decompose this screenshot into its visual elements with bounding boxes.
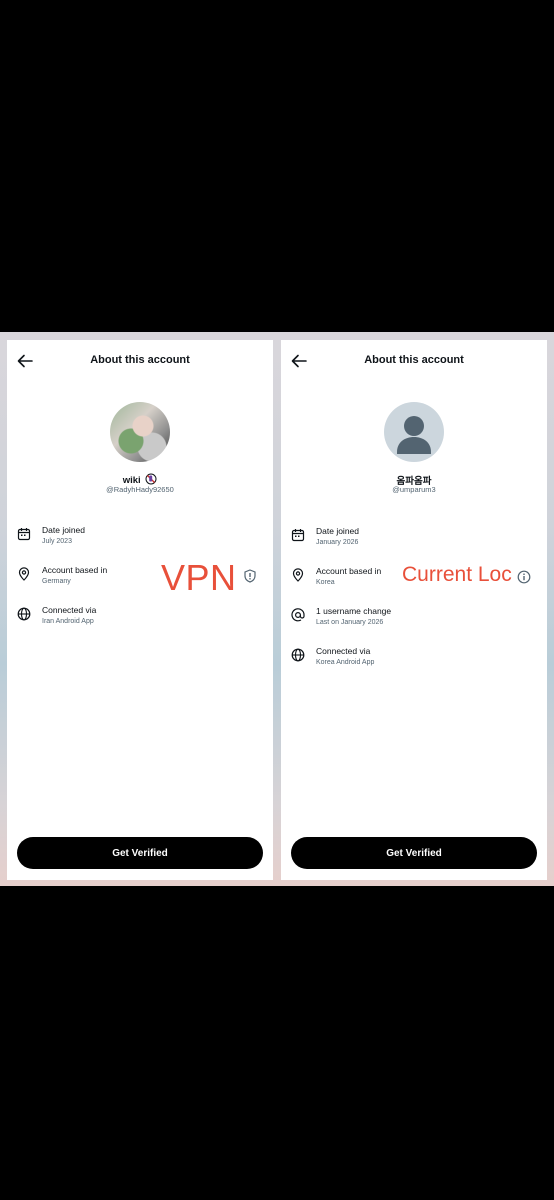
row-label: 1 username change: [316, 606, 392, 616]
page-title: About this account: [364, 354, 464, 366]
screenshot-collage: About this account wiki @RadyhHady92650 …: [0, 332, 554, 886]
location-pin-icon: [292, 568, 304, 582]
row-value: Korea: [316, 579, 335, 586]
date-joined-row: Date joined January 2026: [291, 526, 531, 556]
page-title: About this account: [90, 354, 190, 366]
date-joined-row: Date joined July 2023: [17, 525, 257, 555]
shield-alert-icon[interactable]: [243, 569, 257, 583]
row-label: Date joined: [42, 525, 86, 535]
no-entry-emoji-icon: [145, 473, 157, 485]
calendar-icon: [17, 528, 31, 541]
user-handle: @RadyhHady92650: [106, 485, 174, 494]
row-value: Last on January 2026: [316, 619, 384, 626]
calendar-icon: [291, 529, 305, 542]
row-value: January 2026: [316, 539, 359, 546]
username-change-row: 1 username change Last on January 2026: [291, 606, 531, 636]
globe-icon: [291, 648, 305, 662]
row-label: Connected via: [316, 646, 371, 656]
vpn-annotation: VPN: [161, 557, 237, 598]
avatar: [384, 402, 444, 462]
connected-via-row: Connected via Iran Android App: [17, 605, 257, 635]
row-label: Date joined: [316, 526, 360, 536]
globe-icon: [17, 607, 31, 621]
connected-via-row: Connected via Korea Android App: [291, 646, 531, 676]
row-value: Iran Android App: [42, 618, 94, 625]
user-handle: @umparum3: [392, 485, 436, 494]
get-verified-button[interactable]: Get Verified: [17, 837, 263, 869]
left-top-bar: About this account: [7, 340, 273, 382]
info-icon[interactable]: [517, 570, 531, 584]
avatar: [110, 402, 170, 462]
get-verified-button[interactable]: Get Verified: [291, 837, 537, 869]
right-account-panel: About this account 옴파옴파 @umparum3 Date j…: [281, 340, 547, 880]
row-label: Connected via: [42, 605, 97, 615]
row-label: Account based in: [42, 565, 108, 575]
row-value: Germany: [42, 578, 71, 585]
at-sign-icon: [291, 608, 305, 622]
location-pin-icon: [18, 567, 30, 581]
right-top-bar: About this account: [281, 340, 547, 382]
row-label: Account based in: [316, 566, 382, 576]
current-location-annotation: Current Loc: [402, 563, 512, 586]
left-account-panel: About this account wiki @RadyhHady92650 …: [7, 340, 273, 880]
row-value: Korea Android App: [316, 659, 375, 666]
default-avatar-icon: [397, 416, 431, 454]
row-value: July 2023: [42, 538, 72, 545]
